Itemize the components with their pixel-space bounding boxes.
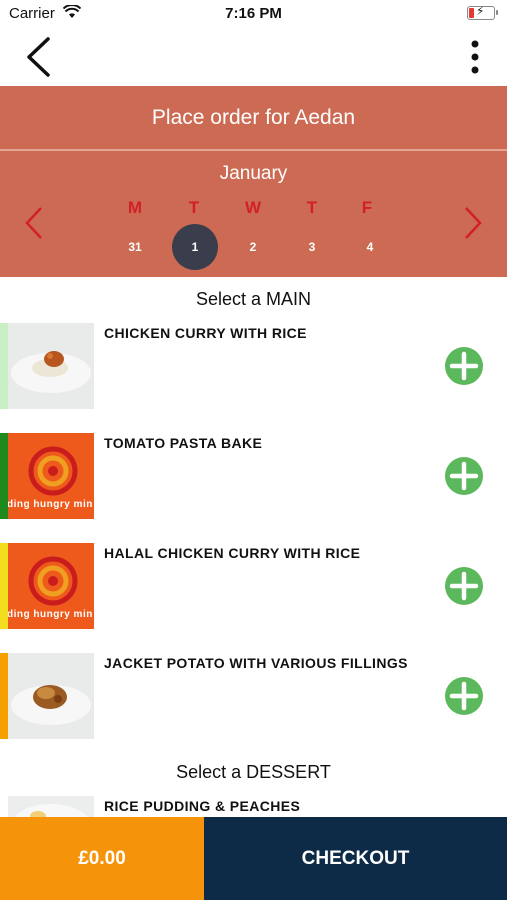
menu-item[interactable]: ding hungry min TOMATO PASTA BAKE <box>0 433 507 519</box>
weekday-fri: F <box>361 198 373 217</box>
item-color-bar <box>0 653 8 739</box>
order-total-button[interactable]: £0.00 <box>0 817 204 900</box>
item-name: HALAL CHICKEN CURRY WITH RICE <box>104 545 361 561</box>
date-1-selected[interactable]: 1 <box>172 224 218 270</box>
menu-item[interactable]: ding hungry min HALAL CHICKEN CURRY WITH… <box>0 543 507 629</box>
food-photo <box>8 323 94 409</box>
placeholder-logo-text: ding hungry min <box>8 609 93 620</box>
date-2[interactable]: 2 <box>231 229 275 273</box>
back-arrow-icon[interactable] <box>22 36 56 78</box>
checkout-button[interactable]: CHECKOUT <box>204 817 507 900</box>
checkout-bar: £0.00 CHECKOUT <box>0 817 507 900</box>
month-label: January <box>219 163 288 184</box>
food-photo <box>8 796 94 817</box>
placeholder-logo-text: ding hungry min <box>8 499 93 510</box>
item-color-bar <box>0 323 8 409</box>
add-item-button[interactable] <box>445 567 483 605</box>
week-calendar: January M T W T F 31 1 2 3 4 <box>0 151 507 277</box>
page-title: Place order for Aedan <box>151 106 356 129</box>
item-name: TOMATO PASTA BAKE <box>104 435 263 451</box>
weekday-tue: T <box>188 198 200 217</box>
item-name: RICE PUDDING & PEACHES <box>104 798 301 814</box>
weekday-thu: T <box>306 198 318 217</box>
plus-icon <box>449 681 479 711</box>
item-color-bar <box>0 433 8 519</box>
food-photo <box>8 653 94 739</box>
plus-icon <box>449 461 479 491</box>
add-item-button[interactable] <box>445 457 483 495</box>
prev-week-chevron-icon[interactable] <box>22 205 46 241</box>
status-time: 7:16 PM <box>225 5 282 22</box>
menu-item[interactable]: RICE PUDDING & PEACHES <box>0 796 507 817</box>
plus-icon <box>449 571 479 601</box>
item-name: CHICKEN CURRY WITH RICE <box>104 325 307 341</box>
weekday-mon: M <box>127 198 143 217</box>
menu-item[interactable]: JACKET POTATO WITH VARIOUS FILLINGS <box>0 653 507 739</box>
date-3[interactable]: 3 <box>290 229 334 273</box>
add-item-button[interactable] <box>445 347 483 385</box>
more-options-icon[interactable] <box>467 36 483 78</box>
weekday-wed: W <box>244 198 262 217</box>
status-bar: Carrier 7:16 PM ⚡ <box>0 0 507 28</box>
date-4[interactable]: 4 <box>348 229 392 273</box>
next-week-chevron-icon[interactable] <box>461 205 485 241</box>
item-color-bar <box>0 543 8 629</box>
date-31[interactable]: 31 <box>113 229 157 273</box>
order-header: Place order for Aedan <box>0 86 507 149</box>
plus-icon <box>449 351 479 381</box>
menu-item[interactable]: CHICKEN CURRY WITH RICE <box>0 323 507 409</box>
placeholder-logo: ding hungry min <box>8 433 94 519</box>
section-heading-main: Select a MAIN <box>195 289 312 309</box>
nav-bar <box>0 28 507 86</box>
section-heading-dessert: Select a DESSERT <box>176 762 331 782</box>
add-item-button[interactable] <box>445 677 483 715</box>
placeholder-logo: ding hungry min <box>8 543 94 629</box>
battery-icon: ⚡ <box>467 4 498 20</box>
item-name: JACKET POTATO WITH VARIOUS FILLINGS <box>104 655 408 671</box>
